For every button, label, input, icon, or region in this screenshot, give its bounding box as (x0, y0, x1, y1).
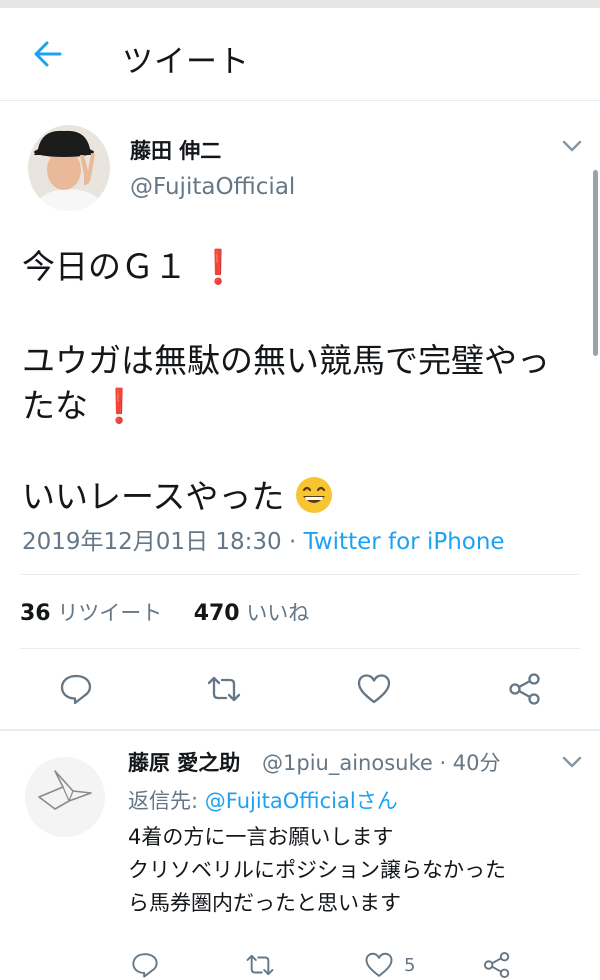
reply-text-line: 4着の方に一言お願いします (128, 825, 394, 849)
tweet-text-line: たな ❗ (22, 379, 140, 427)
divider (20, 648, 580, 649)
status-bar-strip (0, 0, 600, 8)
tweet-text: ユウガは無駄の無い競馬で完璧やっ (22, 341, 550, 380)
reply-text-line: ら馬券圏内だったと思います (128, 891, 401, 915)
reply-avatar[interactable] (25, 757, 105, 837)
divider (20, 574, 580, 575)
divider (0, 729, 600, 731)
chevron-down-icon[interactable] (560, 754, 584, 770)
author-name[interactable]: 藤田 伸二 (130, 135, 221, 165)
retweet-icon[interactable] (206, 671, 242, 707)
reply-icon[interactable] (130, 950, 160, 980)
tweet-text-line: いいレースやった (22, 470, 333, 518)
source-link[interactable]: Twitter for iPhone (304, 529, 505, 555)
header-bar: ツイート (0, 8, 600, 101)
like-label[interactable]: いいね (246, 601, 309, 625)
heart-icon[interactable] (364, 950, 394, 980)
chevron-down-icon[interactable] (560, 138, 584, 154)
reply-icon[interactable] (58, 671, 94, 707)
retweet-label[interactable]: リツイート (57, 601, 162, 625)
engagement-stats: 36 リツイート 470 いいね (20, 597, 309, 627)
tweet-text-line: 今日のＧ１ ❗ (22, 240, 239, 288)
share-icon[interactable] (507, 671, 543, 707)
exclamation-emoji: ❗ (98, 386, 140, 425)
reply-to-prefix: 返信先: (128, 789, 205, 813)
meta-separator: · (281, 529, 304, 555)
timestamp: 2019年12月01日 18:30 (22, 529, 282, 555)
tweet-text: いいレースやった (22, 477, 285, 516)
retweet-count[interactable]: 36 (20, 601, 51, 626)
back-arrow-icon[interactable] (30, 36, 66, 72)
tweet-text-line: ユウガは無駄の無い競馬で完璧やっ (22, 334, 550, 382)
reply-text-line: クリソベリルにポジション譲らなかった (128, 858, 506, 882)
reply-author-name[interactable]: 藤原 愛之助 (128, 747, 240, 777)
exclamation-emoji: ❗ (197, 247, 239, 286)
tweet-text: 今日のＧ１ (22, 247, 187, 286)
header-title: ツイート (122, 44, 250, 80)
share-icon[interactable] (482, 950, 512, 980)
grinning-emoji (295, 477, 332, 513)
reply-to-line: 返信先: @FujitaOfficialさん (128, 785, 398, 815)
retweet-icon[interactable] (245, 950, 275, 980)
author-handle[interactable]: @FujitaOfficial (130, 174, 295, 200)
reply-like-count[interactable]: 5 (404, 955, 415, 976)
heart-icon[interactable] (356, 671, 392, 707)
scrollbar[interactable] (593, 170, 598, 356)
reply-author-handle[interactable]: @1piu_ainosuke · 40分 (262, 747, 501, 777)
like-count[interactable]: 470 (194, 601, 240, 626)
tweet-text: たな (22, 386, 88, 425)
tweet-metadata: 2019年12月01日 18:30 · Twitter for iPhone (22, 522, 505, 556)
author-avatar[interactable] (28, 125, 110, 211)
reply-to-link[interactable]: @FujitaOfficialさん (205, 789, 398, 813)
